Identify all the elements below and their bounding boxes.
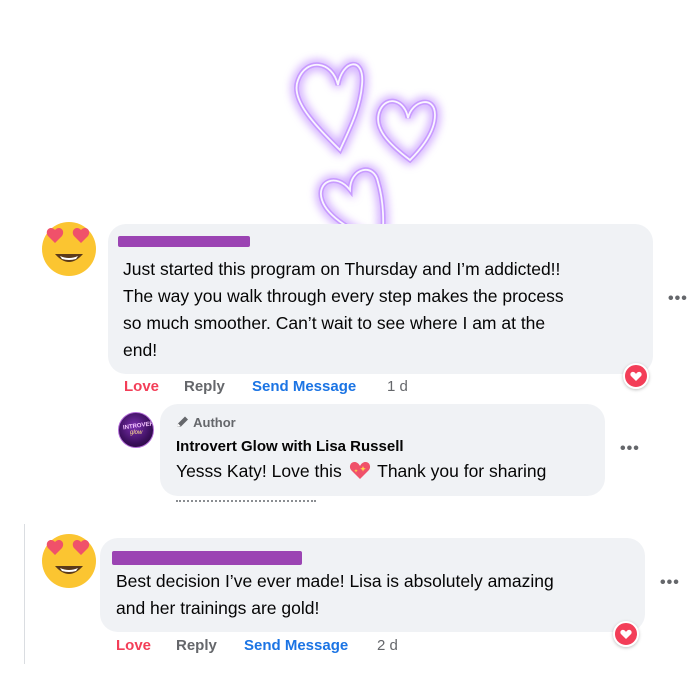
comment-text: Just started this program on Thursday an… bbox=[123, 259, 564, 360]
reply-button[interactable]: Reply bbox=[184, 378, 225, 395]
send-message-button[interactable]: Send Message bbox=[244, 637, 348, 654]
sparkling-heart-emoji bbox=[349, 461, 370, 479]
author-avatar[interactable]: INTROVERT glow bbox=[118, 412, 154, 448]
heart-reaction-icon[interactable] bbox=[623, 363, 649, 389]
heart-reaction-icon[interactable] bbox=[613, 621, 639, 647]
send-message-button[interactable]: Send Message bbox=[252, 378, 356, 395]
reply-button[interactable]: Reply bbox=[176, 637, 217, 654]
comment-actions: Love Reply Send Message 2 d bbox=[116, 637, 416, 655]
redacted-commenter-name bbox=[118, 236, 250, 247]
love-button[interactable]: Love bbox=[124, 378, 159, 395]
more-options-icon[interactable]: ••• bbox=[660, 574, 680, 592]
comment-text: Best decision I’ve ever made! Lisa is ab… bbox=[116, 571, 554, 618]
cut-off-reply-actions bbox=[176, 498, 316, 504]
love-button[interactable]: Love bbox=[116, 637, 151, 654]
divider bbox=[24, 524, 25, 664]
heart-eyes-emoji-avatar bbox=[42, 222, 96, 276]
reply-text: Yesss Katy! Love this Thank you for shar… bbox=[176, 461, 547, 481]
more-options-icon[interactable]: ••• bbox=[668, 290, 688, 308]
author-badge: Author bbox=[176, 415, 236, 430]
reply-author-name[interactable]: Introvert Glow with Lisa Russell bbox=[176, 438, 404, 455]
redacted-commenter-name bbox=[112, 551, 302, 565]
comment-actions: Love Reply Send Message 1 d bbox=[124, 378, 424, 396]
pencil-icon bbox=[177, 416, 188, 427]
comment-timestamp[interactable]: 1 d bbox=[387, 378, 408, 395]
reply-more-options-icon[interactable]: ••• bbox=[620, 440, 640, 458]
comment-timestamp[interactable]: 2 d bbox=[377, 637, 398, 654]
heart-eyes-emoji-avatar bbox=[42, 534, 96, 588]
